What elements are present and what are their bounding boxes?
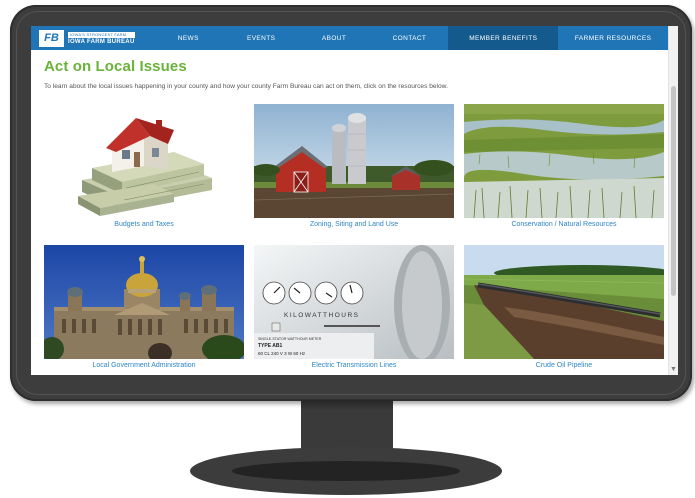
resource-tile-electric[interactable]: KILOWATTHOURS SINGLE-STATOR WATTHOUR MET… [254,245,454,369]
nav-item-about[interactable]: ABOUT [298,26,371,50]
pipeline-field-image[interactable] [464,245,664,359]
vertical-scrollbar[interactable]: ▼ [668,26,678,375]
meter-specs: 60 CL 240 V 3 W 60 Hz [258,351,306,356]
monitor-base [190,447,502,495]
page-title: Act on Local Issues [44,58,187,75]
house-on-money-image[interactable] [44,104,244,218]
nav-item-member-benefits[interactable]: MEMBER BENEFITS [448,26,559,50]
site-logo[interactable]: FB IOWA'S STRONGEST FARM IOWA FARM BUREA… [31,26,152,50]
nav-item-events[interactable]: EVENTS [225,26,298,50]
meter-brand: SINGLE-STATOR WATTHOUR METER [258,337,322,341]
meter-kilowatthours-label: KILOWATTHOURS [284,312,359,319]
resource-tile-zoning[interactable]: Zoning, Siting and Land Use [254,104,454,228]
wetland-field-image[interactable] [464,104,664,218]
tile-caption-zoning[interactable]: Zoning, Siting and Land Use [254,221,454,228]
logo-name: IOWA FARM BUREAU [68,38,135,45]
top-navigation: FB IOWA'S STRONGEST FARM IOWA FARM BUREA… [31,26,668,50]
nav-item-farmer-resources[interactable]: FARMER RESOURCES [558,26,668,50]
resource-tile-pipeline[interactable]: Crude Oil Pipeline [464,245,664,369]
logo-text: IOWA'S STRONGEST FARM IOWA FARM BUREAU [68,31,135,45]
tile-caption-conservation[interactable]: Conservation / Natural Resources [464,221,664,228]
nav-item-news[interactable]: NEWS [152,26,225,50]
logo-tagline: IOWA'S STRONGEST FARM [68,31,135,38]
tile-caption-pipeline[interactable]: Crude Oil Pipeline [464,362,664,369]
monitor-screen: FB IOWA'S STRONGEST FARM IOWA FARM BUREA… [31,26,678,375]
scrollbar-thumb[interactable] [671,86,676,296]
resource-tile-budgets[interactable]: Budgets and Taxes [44,104,244,228]
scroll-down-arrow-icon[interactable]: ▼ [670,366,677,373]
capitol-building-image[interactable] [44,245,244,359]
resource-tile-local-government[interactable]: Local Government Administration [44,245,244,369]
red-barn-silos-image[interactable] [254,104,454,218]
tile-caption-electric[interactable]: Electric Transmission Lines [254,362,454,369]
meter-type: TYPE AB1 [258,343,282,349]
electric-meter-image[interactable]: KILOWATTHOURS SINGLE-STATOR WATTHOUR MET… [254,245,454,359]
resource-tile-conservation[interactable]: Conservation / Natural Resources [464,104,664,228]
farm-bureau-logo-icon: FB [39,29,64,47]
tile-caption-budgets[interactable]: Budgets and Taxes [44,221,244,228]
tile-caption-local-government[interactable]: Local Government Administration [44,362,244,369]
nav-item-contact[interactable]: CONTACT [371,26,449,50]
page-intro: To learn about the local issues happenin… [44,83,448,90]
